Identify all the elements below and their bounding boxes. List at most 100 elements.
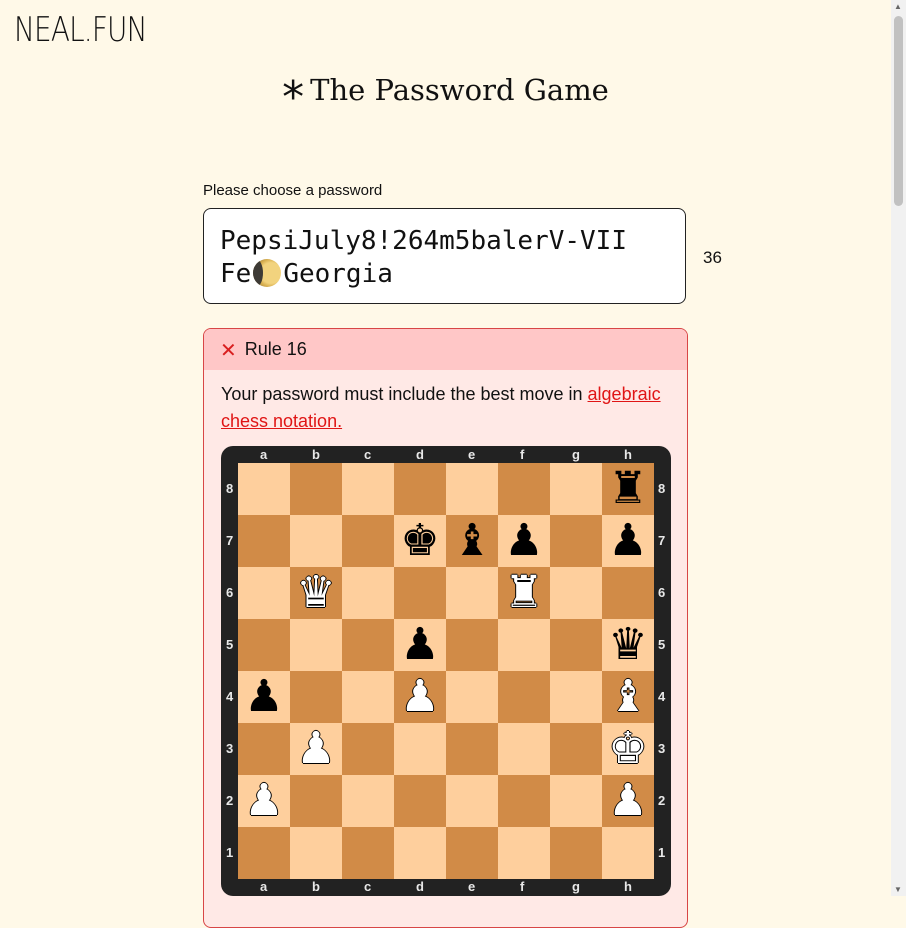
square-b7 <box>290 515 342 567</box>
square-b4 <box>290 671 342 723</box>
rank-label-right: 5 <box>658 637 666 652</box>
scrollbar[interactable]: ▲ ▼ <box>891 0 906 896</box>
rank-label-left: 6 <box>226 585 234 600</box>
square-c4 <box>342 671 394 723</box>
black-pawn-icon: ♟ <box>244 671 284 722</box>
square-a2: ♟ <box>238 775 290 827</box>
square-f5 <box>498 619 550 671</box>
square-d7: ♚ <box>394 515 446 567</box>
black-queen-icon: ♛ <box>608 619 648 670</box>
file-label-bottom: d <box>416 879 424 894</box>
white-rook-icon: ♜ <box>504 567 544 618</box>
rule-16-card: ✕ Rule 16 Your password must include the… <box>203 328 688 928</box>
moon-icon <box>253 259 282 287</box>
square-d5: ♟ <box>394 619 446 671</box>
rank-label-right: 7 <box>658 533 666 548</box>
square-a4: ♟ <box>238 671 290 723</box>
square-e4 <box>446 671 498 723</box>
square-g3 <box>550 723 602 775</box>
file-label-bottom: a <box>260 879 268 894</box>
square-c3 <box>342 723 394 775</box>
square-d8 <box>394 463 446 515</box>
black-king-icon: ♚ <box>400 515 440 566</box>
square-h6 <box>602 567 654 619</box>
password-text-georgia: Georgia <box>283 259 393 289</box>
square-a6 <box>238 567 290 619</box>
square-e5 <box>446 619 498 671</box>
square-c2 <box>342 775 394 827</box>
black-bishop-icon: ♝ <box>452 515 492 566</box>
square-g4 <box>550 671 602 723</box>
square-b8 <box>290 463 342 515</box>
square-h3: ♚ <box>602 723 654 775</box>
square-b2 <box>290 775 342 827</box>
white-bishop-icon: ♝ <box>608 671 648 722</box>
square-a7 <box>238 515 290 567</box>
square-a3 <box>238 723 290 775</box>
file-label-top: a <box>260 447 268 462</box>
square-f7: ♟ <box>498 515 550 567</box>
square-e2 <box>446 775 498 827</box>
rule-title: Rule 16 <box>244 339 307 359</box>
square-c7 <box>342 515 394 567</box>
square-h8: ♜ <box>602 463 654 515</box>
file-label-top: f <box>520 447 525 462</box>
white-pawn-icon: ♟ <box>608 775 648 826</box>
scrollbar-thumb[interactable] <box>894 16 903 206</box>
file-label-bottom: g <box>572 879 580 894</box>
rule-text: Your password must include the best move… <box>221 384 588 404</box>
square-b6: ♛ <box>290 567 342 619</box>
file-label-bottom: h <box>624 879 632 894</box>
file-label-bottom: f <box>520 879 525 894</box>
square-a1 <box>238 827 290 879</box>
password-text-line1: PepsiJuly8!264m5balerV-VII <box>220 226 627 256</box>
site-logo[interactable]: NEAL.FUN <box>14 10 148 50</box>
page-title: * The Password Game <box>0 72 891 123</box>
black-pawn-icon: ♟ <box>400 619 440 670</box>
square-f6: ♜ <box>498 567 550 619</box>
square-h4: ♝ <box>602 671 654 723</box>
square-f4 <box>498 671 550 723</box>
square-a8 <box>238 463 290 515</box>
black-pawn-icon: ♟ <box>504 515 544 566</box>
password-input[interactable]: PepsiJuly8!264m5balerV-VII Fe Georgia <box>203 208 686 304</box>
square-f3 <box>498 723 550 775</box>
square-d2 <box>394 775 446 827</box>
square-e3 <box>446 723 498 775</box>
square-d1 <box>394 827 446 879</box>
rank-label-right: 8 <box>658 481 666 496</box>
password-label: Please choose a password <box>203 182 383 199</box>
square-b3: ♟ <box>290 723 342 775</box>
white-pawn-icon: ♟ <box>296 723 336 774</box>
file-label-top: c <box>364 447 372 462</box>
square-e1 <box>446 827 498 879</box>
square-c1 <box>342 827 394 879</box>
rank-label-left: 5 <box>226 637 234 652</box>
square-c6 <box>342 567 394 619</box>
rank-label-right: 1 <box>658 845 666 860</box>
rank-label-left: 8 <box>226 481 234 496</box>
file-label-top: e <box>468 447 476 462</box>
square-h2: ♟ <box>602 775 654 827</box>
black-rook-icon: ♜ <box>608 463 648 514</box>
square-g2 <box>550 775 602 827</box>
square-g6 <box>550 567 602 619</box>
square-d3 <box>394 723 446 775</box>
square-g1 <box>550 827 602 879</box>
square-b1 <box>290 827 342 879</box>
file-label-bottom: b <box>312 879 320 894</box>
square-b5 <box>290 619 342 671</box>
rank-label-left: 2 <box>226 793 234 808</box>
square-e7: ♝ <box>446 515 498 567</box>
scroll-down-arrow-icon[interactable]: ▼ <box>894 885 902 894</box>
scroll-up-arrow-icon[interactable]: ▲ <box>894 2 902 11</box>
square-d6 <box>394 567 446 619</box>
square-d4: ♟ <box>394 671 446 723</box>
black-pawn-icon: ♟ <box>608 515 648 566</box>
file-label-bottom: c <box>364 879 372 894</box>
square-f1 <box>498 827 550 879</box>
rank-label-left: 1 <box>226 845 234 860</box>
square-h5: ♛ <box>602 619 654 671</box>
square-e6 <box>446 567 498 619</box>
chess-board: ♜ ♚ ♝ ♟ ♟ ♛ ♜ ♟ ♛ ♟ ♟ ♝ ♟ ♚ ♟ ♟ <box>238 463 654 879</box>
